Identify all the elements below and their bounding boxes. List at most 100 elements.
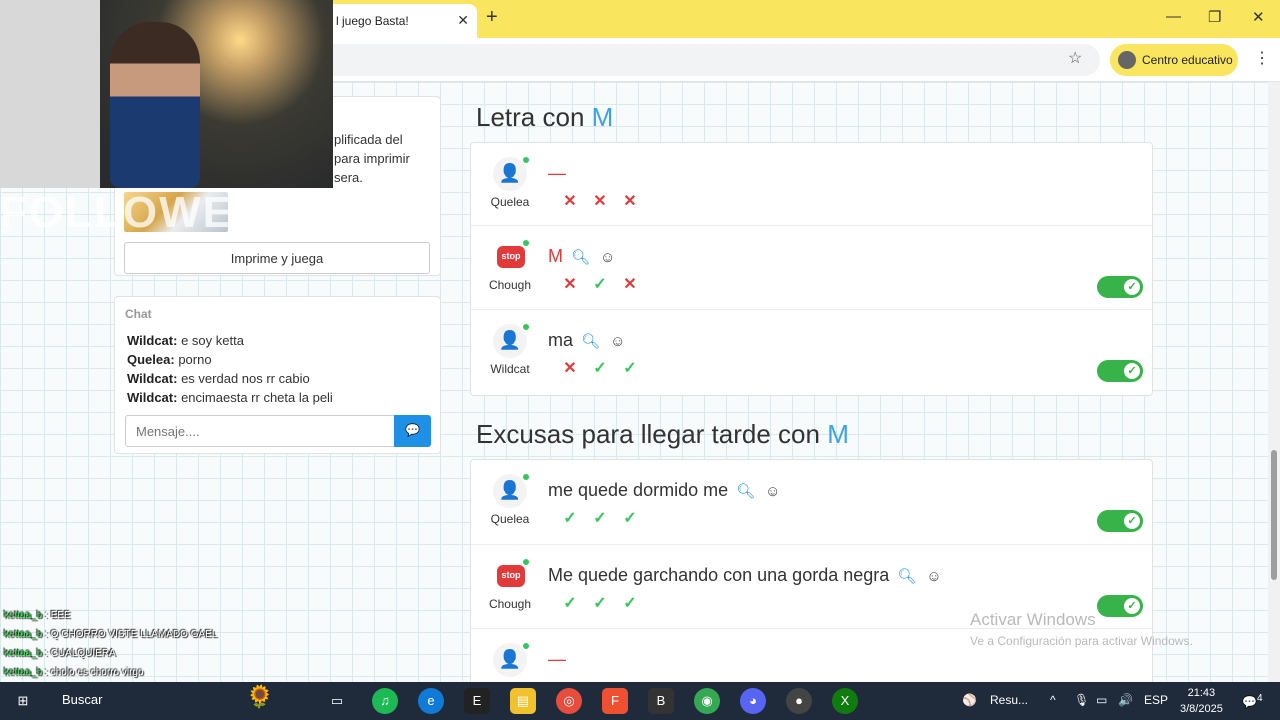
emoji-react-icon[interactable]: ☺ (600, 249, 615, 266)
tab-close-icon[interactable]: ✕ (457, 12, 469, 29)
tray-resume-label[interactable]: Resu... (990, 693, 1028, 707)
language-indicator[interactable]: ESP (1144, 693, 1168, 707)
emoji-react-icon[interactable]: ☺ (765, 483, 780, 500)
discord-icon[interactable]: ◕ (740, 688, 766, 714)
scroll-thumb[interactable] (1271, 450, 1277, 580)
check-icon: ✓ (1124, 363, 1140, 379)
user-avatar-icon: 👤 (493, 474, 527, 508)
widgets-flower-icon[interactable]: 🌻 (246, 684, 316, 718)
microphone-icon[interactable]: 🎙 (1074, 693, 1089, 707)
maximize-button[interactable]: ❐ (1208, 8, 1221, 26)
windows-taskbar: ⊞ Buscar 🌻 ▭ ♫ e E ▤ ◎ F B ◉ ◕ ● X ⚾ Res… (0, 682, 1280, 720)
player-entry: stop Chough M 🔍︎ ☺ ✕ ✓ ✕ ✓ (471, 225, 1152, 309)
cross-icon: ✕ (623, 276, 637, 293)
tray-chevron-icon[interactable]: ^ (1050, 693, 1056, 707)
minimize-button[interactable]: — (1166, 8, 1181, 25)
file-explorer-icon[interactable]: ▤ (510, 688, 536, 714)
mlb-tray-icon[interactable]: ⚾ (962, 693, 977, 707)
taskbar-clock[interactable]: 21:43 3/8/2025 (1180, 685, 1223, 717)
cross-icon: ✕ (593, 193, 607, 210)
network-icon[interactable]: ▭ (1096, 693, 1107, 707)
emoji-react-icon[interactable]: ☺ (610, 333, 625, 350)
search-icon[interactable]: 🔍︎ (581, 333, 600, 350)
player-answer: me quede dormido me 🔍︎ ☺ (548, 480, 781, 500)
chat-message: Quelea: porno (127, 352, 212, 367)
emoji-react-icon[interactable]: ☺ (926, 568, 941, 585)
validate-toggle[interactable]: ✓ (1097, 360, 1143, 382)
taskbar-search[interactable]: Buscar (62, 692, 102, 707)
vote-row: ✕ ✓ ✓ (555, 358, 645, 378)
online-status-icon (523, 324, 529, 330)
player-answer: Me quede garchando con una gorda negra 🔍︎… (548, 565, 942, 585)
stream-chat-message: kettaa_b : cholo es chorro virgo (4, 667, 144, 678)
edge-icon[interactable]: e (418, 688, 444, 714)
chat-message-input[interactable] (125, 415, 395, 447)
player-answer: — (548, 163, 566, 183)
print-and-play-button[interactable]: Imprime y juega (124, 242, 430, 274)
stream-chat-message: kettaa_b : EEE (4, 610, 71, 621)
validate-toggle[interactable]: ✓ (1097, 276, 1143, 298)
page-scrollbar[interactable] (1268, 82, 1280, 682)
search-icon[interactable]: 🔍︎ (736, 483, 755, 500)
new-tab-button[interactable]: + (486, 6, 498, 29)
stop-avatar-icon: stop (497, 246, 525, 268)
check-icon: ✓ (593, 360, 607, 377)
chat-message: Wildcat: es verdad nos rr cabio (127, 371, 310, 386)
category-title: Excusas para llegar tarde con M (476, 419, 849, 449)
basketball-manager-icon[interactable]: B (648, 688, 674, 714)
clock-date: 3/8/2025 (1180, 703, 1223, 715)
player-name: Quelea (490, 195, 530, 209)
check-icon: ✓ (623, 595, 637, 612)
webcam-background (0, 0, 100, 188)
cross-icon: ✕ (563, 360, 577, 377)
volume-icon[interactable]: 🔊 (1118, 693, 1133, 707)
task-view-icon[interactable]: ▭ (324, 688, 350, 714)
notifications-icon[interactable]: 💬4 (1242, 693, 1263, 709)
streamer-figure (110, 22, 200, 188)
close-window-button[interactable]: ✕ (1252, 8, 1265, 26)
intro-line: para imprimir (334, 151, 410, 166)
search-icon[interactable]: 🔍︎ (897, 568, 916, 585)
player-answer: — (548, 649, 566, 669)
address-bar[interactable] (322, 44, 1100, 76)
check-icon: ✓ (563, 595, 577, 612)
cross-icon: ✕ (563, 193, 577, 210)
stop-avatar-icon: stop (497, 565, 525, 587)
player-entry: 👤 Wildcat ma 🔍︎ ☺ ✕ ✓ ✓ ✓ (471, 309, 1152, 393)
player-name: Chough (488, 597, 532, 611)
flipclip-icon[interactable]: F (602, 688, 628, 714)
obs-icon[interactable]: ● (786, 688, 812, 714)
tab-title: l juego Basta! (336, 14, 409, 28)
chrome-icon[interactable]: ◉ (694, 688, 720, 714)
search-icon[interactable]: 🔍︎ (571, 249, 590, 266)
user-avatar-icon: 👤 (493, 324, 527, 358)
spotify-icon[interactable]: ♫ (372, 688, 398, 714)
bookmark-star-icon[interactable]: ☆ (1068, 48, 1082, 68)
epic-games-icon[interactable]: E (464, 688, 490, 714)
windows-start-icon[interactable]: ⊞ (10, 688, 36, 714)
validate-toggle[interactable]: ✓ (1097, 595, 1143, 617)
player-entry: 👤 Quelea — ✕ ✕ ✕ (471, 143, 1152, 225)
validate-toggle[interactable]: ✓ (1097, 510, 1143, 532)
profile-button[interactable]: Centro educativo (1110, 44, 1238, 76)
chat-title: Chat (125, 307, 152, 321)
xbox-icon[interactable]: X (832, 688, 858, 714)
online-status-icon (523, 643, 529, 649)
menu-kebab-icon[interactable]: ⋮ (1254, 48, 1270, 68)
check-icon: ✓ (1124, 598, 1140, 614)
activate-windows-title: Activar Windows (970, 610, 1096, 629)
follow-overlay-text: FOLLOWE (0, 188, 234, 237)
browser-tab[interactable]: l juego Basta! ✕ (322, 4, 477, 38)
send-message-button[interactable]: 💬 (394, 415, 431, 447)
cross-icon: ✕ (563, 276, 577, 293)
check-icon: ✓ (1124, 513, 1140, 529)
player-entry: 👤 Quelea me quede dormido me 🔍︎ ☺ ✓ ✓ ✓ ✓ (471, 460, 1152, 544)
category-title: Letra con M (476, 102, 614, 132)
stream-chat-message: kettaa_b : Q CHORRO VISTE LLAMADO GAEL (4, 629, 218, 640)
online-status-icon (523, 474, 529, 480)
opera-gx-icon[interactable]: ◎ (556, 688, 582, 714)
player-name: Chough (488, 278, 532, 292)
check-icon: ✓ (1124, 279, 1140, 295)
cross-icon: ✕ (623, 193, 637, 210)
player-name: Quelea (490, 512, 530, 526)
